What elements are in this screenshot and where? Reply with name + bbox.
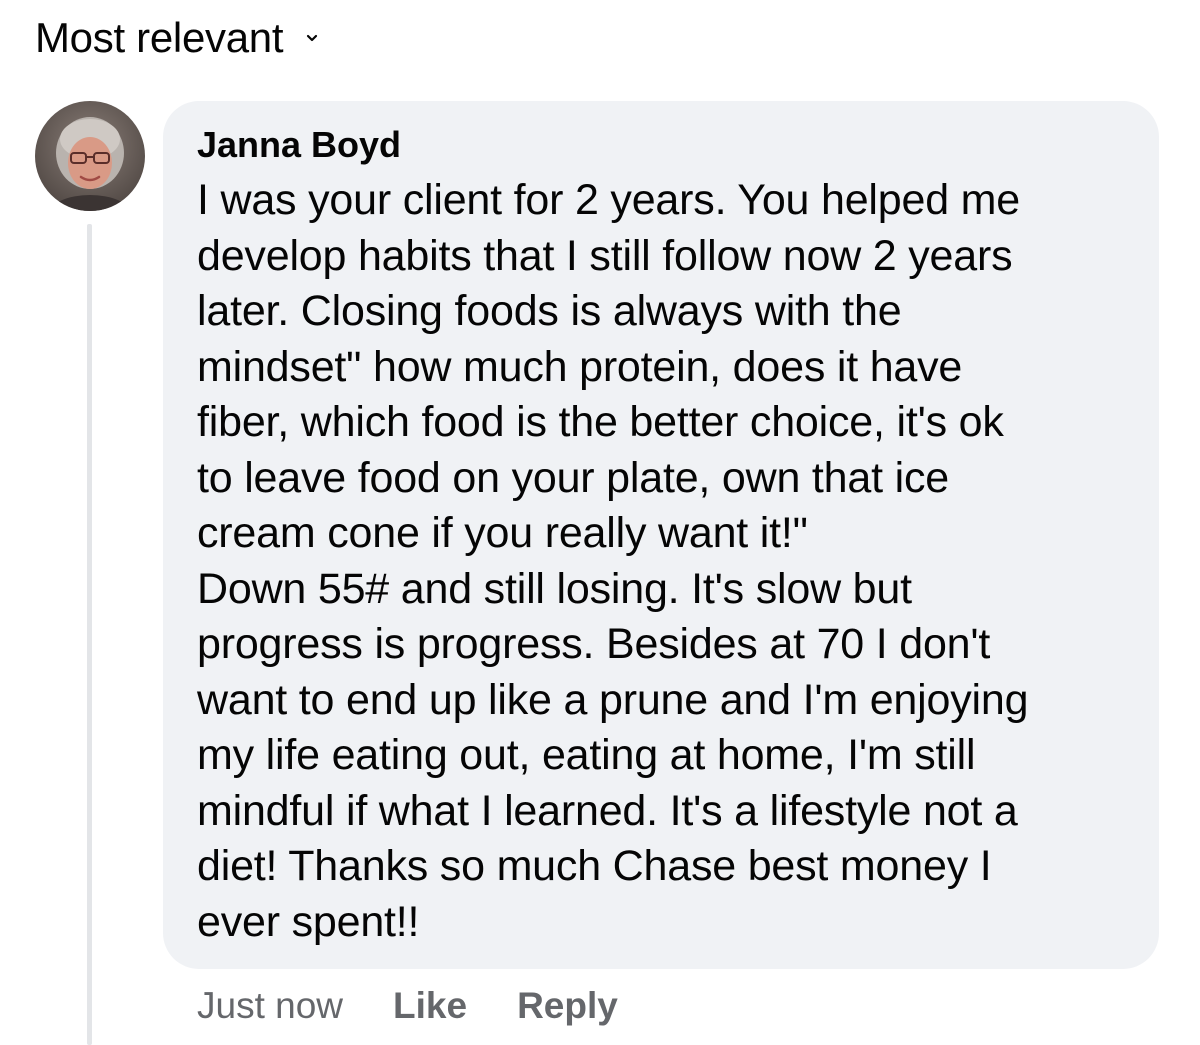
- comment-actions: Just now Like Reply: [197, 985, 668, 1027]
- comment-line: diet! Thanks so much Chase best money I: [197, 842, 992, 890]
- avatar[interactable]: [35, 101, 145, 211]
- thread-line: [87, 224, 92, 1045]
- profile-photo-icon: [35, 101, 145, 211]
- comment-line: mindful if what I learned. It's a lifest…: [197, 786, 1018, 835]
- sort-dropdown[interactable]: Most relevant: [35, 14, 319, 62]
- comment-bubble: Janna Boyd I was your client for 2 years…: [163, 101, 1159, 969]
- sort-label: Most relevant: [35, 14, 284, 61]
- comment-line: mindset" how much protein, does it have: [197, 342, 963, 391]
- comment-text: I was your client for 2 years. You helpe…: [197, 173, 1129, 950]
- comment-line: ever spent!!: [197, 897, 420, 946]
- like-button[interactable]: Like: [393, 985, 467, 1027]
- comment-line: Down 55# and still losing. It's slow but: [197, 564, 912, 613]
- reply-button[interactable]: Reply: [517, 985, 618, 1027]
- comment-line: to leave food on your plate, own that ic…: [197, 453, 949, 502]
- comment-line: later. Closing foods is always with the: [197, 287, 902, 335]
- comment-line: I was your client for 2 years. You helpe…: [197, 176, 1021, 224]
- comment-line: want to end up like a prune and I'm enjo…: [197, 675, 1029, 724]
- comment-line: progress is progress. Besides at 70 I do…: [197, 620, 991, 668]
- chevron-down-icon: [307, 34, 318, 42]
- comment-timestamp[interactable]: Just now: [197, 985, 343, 1027]
- comment-line: my life eating out, eating at home, I'm …: [197, 731, 976, 779]
- comment-line: develop habits that I still follow now 2…: [197, 231, 1013, 280]
- comment-author[interactable]: Janna Boyd: [197, 123, 1129, 167]
- comment-line: cream cone if you really want it!": [197, 509, 808, 557]
- comment-line: fiber, which food is the better choice, …: [197, 398, 1004, 446]
